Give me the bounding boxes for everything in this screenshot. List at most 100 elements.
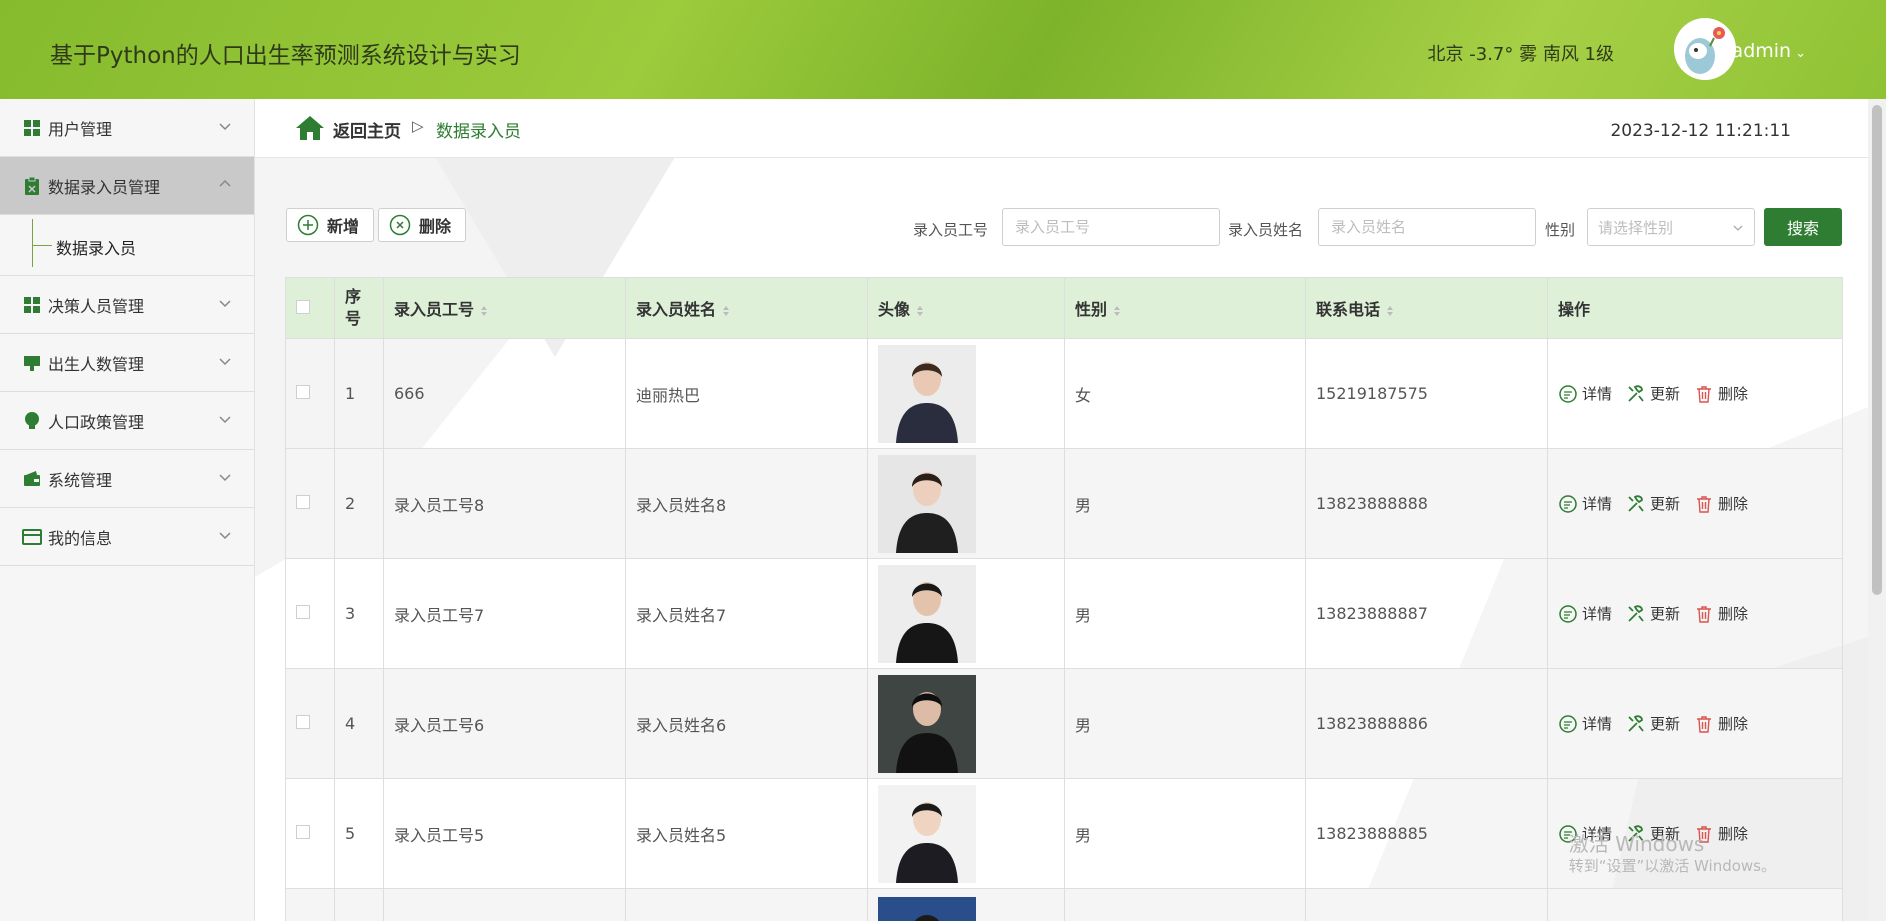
current-datetime: 2023-12-12 11:21:11 xyxy=(1610,121,1791,141)
avatar-photo[interactable] xyxy=(878,344,976,443)
header-id[interactable]: 录入员工号 xyxy=(383,277,626,339)
avatar-photo[interactable] xyxy=(878,897,976,921)
name-filter-input[interactable] xyxy=(1318,208,1536,246)
table-row[interactable]: 4 录入员工号6 录入员姓名6 男 13823888886 详情 更新 删除 xyxy=(285,668,1843,779)
row-phone: 13823888888 xyxy=(1305,448,1548,559)
watermark-subtitle: 转到“设置”以激活 Windows。 xyxy=(1568,857,1776,875)
details-button[interactable]: 详情 xyxy=(1558,713,1612,734)
sidebar-item-my-info[interactable]: 我的信息 xyxy=(0,508,254,566)
id-filter-input[interactable] xyxy=(1002,208,1220,246)
row-actions: 详情 更新 删除 xyxy=(1547,668,1843,779)
sort-icon[interactable] xyxy=(1113,305,1121,317)
update-button[interactable]: 更新 xyxy=(1626,603,1680,624)
grid-icon xyxy=(22,295,42,315)
home-link[interactable]: 返回主页 xyxy=(333,117,401,142)
table-row[interactable]: 2 录入员工号8 录入员姓名8 男 13823888888 详情 更新 删除 xyxy=(285,448,1843,559)
sort-icon[interactable] xyxy=(480,305,488,317)
table-row[interactable]: 1 666 迪丽热巴 女 15219187575 详情 更新 删除 xyxy=(285,338,1843,449)
details-button[interactable]: 详情 xyxy=(1558,493,1612,514)
sidebar-item-label: 出生人数管理 xyxy=(48,354,145,374)
details-button[interactable]: 详情 xyxy=(1558,383,1612,404)
avatar-photo[interactable] xyxy=(878,784,976,883)
header-name[interactable]: 录入员姓名 xyxy=(625,277,868,339)
avatar[interactable] xyxy=(1674,18,1736,80)
header-phone[interactable]: 联系电话 xyxy=(1305,277,1548,339)
gender-select[interactable]: 请选择性别 xyxy=(1587,208,1755,246)
sidebar-item-system-management[interactable]: 系统管理 xyxy=(0,450,254,508)
row-name: 迪丽热巴 xyxy=(625,338,868,449)
table-row[interactable]: 3 录入员工号7 录入员姓名7 男 13823888887 详情 更新 删除 xyxy=(285,558,1843,669)
header-avatar[interactable]: 头像 xyxy=(867,277,1065,339)
wallet-icon xyxy=(22,469,42,489)
breadcrumb-separator: ▷ xyxy=(412,117,424,135)
tree-line xyxy=(32,219,33,267)
chevron-up-icon xyxy=(219,179,231,187)
sidebar-item-data-entry-management[interactable]: 数据录入员管理 xyxy=(0,157,254,215)
select-all-cell[interactable] xyxy=(285,277,335,339)
sidebar-item-label: 数据录入员管理 xyxy=(48,177,161,197)
sidebar-item-policy-management[interactable]: 人口政策管理 xyxy=(0,392,254,450)
row-name: 录入员姓名6 xyxy=(625,668,868,779)
delete-button[interactable]: 删除 xyxy=(378,208,466,242)
row-phone: 15219187575 xyxy=(1305,338,1548,449)
update-button[interactable]: 更新 xyxy=(1626,383,1680,404)
row-select-cell[interactable] xyxy=(285,778,335,889)
row-checkbox[interactable] xyxy=(296,715,310,729)
row-select-cell[interactable] xyxy=(285,448,335,559)
delete-row-button[interactable]: 删除 xyxy=(1694,493,1748,514)
delete-row-button[interactable]: 删除 xyxy=(1694,603,1748,624)
scrollbar-thumb[interactable] xyxy=(1872,105,1882,595)
row-id: 录入员工号6 xyxy=(383,668,626,779)
row-checkbox[interactable] xyxy=(296,385,310,399)
sidebar-item-user-management[interactable]: 用户管理 xyxy=(0,99,254,157)
sort-icon[interactable] xyxy=(1386,305,1394,317)
delete-row-label: 删除 xyxy=(1718,605,1749,623)
row-checkbox[interactable] xyxy=(296,825,310,839)
header-gender[interactable]: 性别 xyxy=(1064,277,1306,339)
tree-branch xyxy=(32,245,52,246)
username: admin xyxy=(1731,40,1792,62)
trash-icon xyxy=(1697,605,1712,623)
avatar-photo[interactable] xyxy=(878,564,976,663)
row-phone: 13823888886 xyxy=(1305,668,1548,779)
grid-icon xyxy=(22,118,42,138)
sidebar-item-label: 用户管理 xyxy=(48,119,113,139)
wrench-icon xyxy=(1628,384,1644,402)
row-select-cell[interactable] xyxy=(285,558,335,669)
sort-icon[interactable] xyxy=(916,305,924,317)
avatar-photo[interactable] xyxy=(878,454,976,553)
chevron-down-icon xyxy=(219,300,231,308)
sidebar-item-birth-management[interactable]: 出生人数管理 xyxy=(0,334,254,392)
cell xyxy=(625,888,868,921)
row-checkbox[interactable] xyxy=(296,605,310,619)
close-circle-icon xyxy=(389,214,411,236)
delete-row-button[interactable]: 删除 xyxy=(1694,383,1748,404)
select-all-checkbox[interactable] xyxy=(296,299,310,314)
update-button[interactable]: 更新 xyxy=(1626,713,1680,734)
row-select-cell[interactable] xyxy=(285,668,335,779)
chevron-down-icon xyxy=(219,532,231,540)
sort-icon[interactable] xyxy=(722,305,730,317)
header-label: 录入员工号 xyxy=(394,300,475,319)
sidebar-subitem-data-entry[interactable]: 数据录入员 xyxy=(0,215,254,276)
weather-info: 北京 -3.7° 雾 南风 1级 xyxy=(1427,44,1614,65)
page-scrollbar[interactable] xyxy=(1868,99,1886,921)
sidebar-item-label: 我的信息 xyxy=(48,528,113,548)
update-button[interactable]: 更新 xyxy=(1626,493,1680,514)
row-select-cell[interactable] xyxy=(285,338,335,449)
user-menu[interactable]: admin ⌄ xyxy=(1732,40,1806,62)
row-phone: 13823888885 xyxy=(1305,778,1548,889)
row-id: 录入员工号5 xyxy=(383,778,626,889)
row-no: 5 xyxy=(334,778,384,889)
details-button[interactable]: 详情 xyxy=(1558,603,1612,624)
home-icon[interactable] xyxy=(295,115,325,141)
search-button[interactable]: 搜索 xyxy=(1764,208,1842,246)
add-button[interactable]: 新增 xyxy=(286,208,374,242)
delete-row-label: 删除 xyxy=(1718,495,1749,513)
row-checkbox[interactable] xyxy=(296,495,310,509)
sidebar-item-decision-management[interactable]: 决策人员管理 xyxy=(0,276,254,334)
details-label: 详情 xyxy=(1582,385,1613,403)
avatar-photo[interactable] xyxy=(878,674,976,773)
delete-row-button[interactable]: 删除 xyxy=(1694,713,1748,734)
row-gender: 男 xyxy=(1064,778,1306,889)
